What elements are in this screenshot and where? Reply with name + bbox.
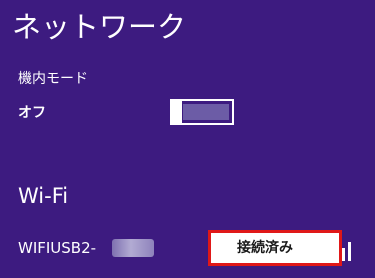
signal-bar [330, 258, 333, 261]
signal-bar [336, 253, 339, 261]
wifi-network-item[interactable]: WIFIUSB2- 接続済み [0, 224, 375, 274]
network-flyout: ネットワーク 機内モード オフ Wi-Fi WIFIUSB2- 接続済み [0, 0, 375, 278]
wifi-signal-full-icon [330, 241, 352, 261]
signal-bar [342, 248, 345, 261]
panel-title: ネットワーク [12, 10, 187, 44]
network-name: WIFIUSB2- [18, 239, 97, 257]
airplane-mode-toggle[interactable] [170, 99, 234, 125]
signal-bar [348, 242, 351, 261]
airplane-mode-state: オフ [18, 105, 46, 121]
toggle-track [183, 104, 229, 120]
airplane-mode-label: 機内モード [18, 71, 88, 87]
wifi-section-heading: Wi-Fi [18, 184, 69, 208]
redacted-ssid-blur [112, 239, 154, 257]
connection-status: 接続済み [208, 230, 342, 266]
toggle-thumb[interactable] [172, 101, 182, 123]
